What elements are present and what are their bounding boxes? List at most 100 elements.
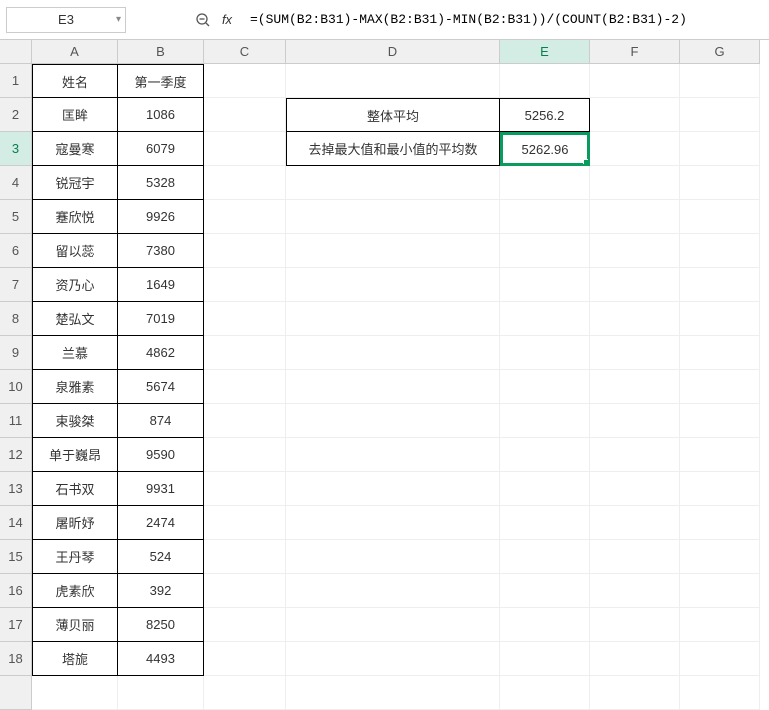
cell-G6[interactable]: [680, 234, 760, 268]
cell-C2[interactable]: [204, 98, 286, 132]
cell-D12[interactable]: [286, 438, 500, 472]
cell-B4[interactable]: 5328: [118, 166, 204, 200]
cell-E1[interactable]: [500, 64, 590, 98]
row-header[interactable]: 6: [0, 234, 32, 268]
cell-D3[interactable]: 去掉最大值和最小值的平均数: [286, 132, 500, 166]
cell-A13[interactable]: 石书双: [32, 472, 118, 506]
row-header[interactable]: 5: [0, 200, 32, 234]
cell-B2[interactable]: 1086: [118, 98, 204, 132]
cell-F16[interactable]: [590, 574, 680, 608]
cell-E8[interactable]: [500, 302, 590, 336]
cell-B14[interactable]: 2474: [118, 506, 204, 540]
cell-G5[interactable]: [680, 200, 760, 234]
cell-C16[interactable]: [204, 574, 286, 608]
cell-E18[interactable]: [500, 642, 590, 676]
cell-G10[interactable]: [680, 370, 760, 404]
cell-G16[interactable]: [680, 574, 760, 608]
col-header-B[interactable]: B: [118, 40, 204, 64]
cell-C6[interactable]: [204, 234, 286, 268]
cell-C4[interactable]: [204, 166, 286, 200]
cell-C3[interactable]: [204, 132, 286, 166]
col-header-A[interactable]: A: [32, 40, 118, 64]
cell-A9[interactable]: 兰慕: [32, 336, 118, 370]
cell-E14[interactable]: [500, 506, 590, 540]
cell-F7[interactable]: [590, 268, 680, 302]
cell-B1[interactable]: 第一季度: [118, 64, 204, 98]
cell-C14[interactable]: [204, 506, 286, 540]
cell-A5[interactable]: 蹇欣悦: [32, 200, 118, 234]
cell-F1[interactable]: [590, 64, 680, 98]
cell-C9[interactable]: [204, 336, 286, 370]
col-header-E[interactable]: E: [500, 40, 590, 64]
row-header[interactable]: 18: [0, 642, 32, 676]
row-header[interactable]: 16: [0, 574, 32, 608]
cell-A14[interactable]: 屠昕妤: [32, 506, 118, 540]
cell-A17[interactable]: 薄贝丽: [32, 608, 118, 642]
cell-A3[interactable]: 寇曼寒: [32, 132, 118, 166]
cell-C18[interactable]: [204, 642, 286, 676]
cell-C10[interactable]: [204, 370, 286, 404]
cell-E19[interactable]: [500, 676, 590, 710]
cell-A6[interactable]: 留以蕊: [32, 234, 118, 268]
cell-E16[interactable]: [500, 574, 590, 608]
cell-F14[interactable]: [590, 506, 680, 540]
cell-F10[interactable]: [590, 370, 680, 404]
cell-E3[interactable]: 5262.96: [500, 132, 590, 166]
cell-G13[interactable]: [680, 472, 760, 506]
row-header[interactable]: 8: [0, 302, 32, 336]
cell-C17[interactable]: [204, 608, 286, 642]
cell-F13[interactable]: [590, 472, 680, 506]
cell-F2[interactable]: [590, 98, 680, 132]
cell-G4[interactable]: [680, 166, 760, 200]
name-box[interactable]: E3 ▾: [6, 7, 126, 33]
fx-icon[interactable]: fx: [218, 11, 236, 29]
cell-B3[interactable]: 6079: [118, 132, 204, 166]
cell-A12[interactable]: 单于巍昂: [32, 438, 118, 472]
cell-G18[interactable]: [680, 642, 760, 676]
cell-E5[interactable]: [500, 200, 590, 234]
cell-E7[interactable]: [500, 268, 590, 302]
cell-B12[interactable]: 9590: [118, 438, 204, 472]
cell-F15[interactable]: [590, 540, 680, 574]
cell-D4[interactable]: [286, 166, 500, 200]
cell-E10[interactable]: [500, 370, 590, 404]
cell-A7[interactable]: 资乃心: [32, 268, 118, 302]
cell-C8[interactable]: [204, 302, 286, 336]
cell-A18[interactable]: 塔旎: [32, 642, 118, 676]
cell-F4[interactable]: [590, 166, 680, 200]
cell-G1[interactable]: [680, 64, 760, 98]
cell-G15[interactable]: [680, 540, 760, 574]
cell-E17[interactable]: [500, 608, 590, 642]
cell-D19[interactable]: [286, 676, 500, 710]
cell-D15[interactable]: [286, 540, 500, 574]
cell-G11[interactable]: [680, 404, 760, 438]
cell-B8[interactable]: 7019: [118, 302, 204, 336]
cell-B11[interactable]: 874: [118, 404, 204, 438]
cell-C5[interactable]: [204, 200, 286, 234]
cell-B9[interactable]: 4862: [118, 336, 204, 370]
cell-G19[interactable]: [680, 676, 760, 710]
cell-D7[interactable]: [286, 268, 500, 302]
select-all-corner[interactable]: [0, 40, 32, 64]
cell-B10[interactable]: 5674: [118, 370, 204, 404]
cell-E13[interactable]: [500, 472, 590, 506]
cell-D11[interactable]: [286, 404, 500, 438]
col-header-F[interactable]: F: [590, 40, 680, 64]
cell-D16[interactable]: [286, 574, 500, 608]
cell-D2[interactable]: 整体平均: [286, 98, 500, 132]
row-header[interactable]: 10: [0, 370, 32, 404]
cell-G7[interactable]: [680, 268, 760, 302]
cell-G12[interactable]: [680, 438, 760, 472]
chevron-down-icon[interactable]: ▾: [116, 14, 121, 25]
row-header[interactable]: [0, 676, 32, 710]
row-header[interactable]: 11: [0, 404, 32, 438]
cell-F18[interactable]: [590, 642, 680, 676]
cell-C19[interactable]: [204, 676, 286, 710]
row-header[interactable]: 13: [0, 472, 32, 506]
cell-A11[interactable]: 束骏桀: [32, 404, 118, 438]
cell-B7[interactable]: 1649: [118, 268, 204, 302]
cell-A19[interactable]: [32, 676, 118, 710]
cell-A2[interactable]: 匡眸: [32, 98, 118, 132]
cell-G14[interactable]: [680, 506, 760, 540]
cell-D18[interactable]: [286, 642, 500, 676]
